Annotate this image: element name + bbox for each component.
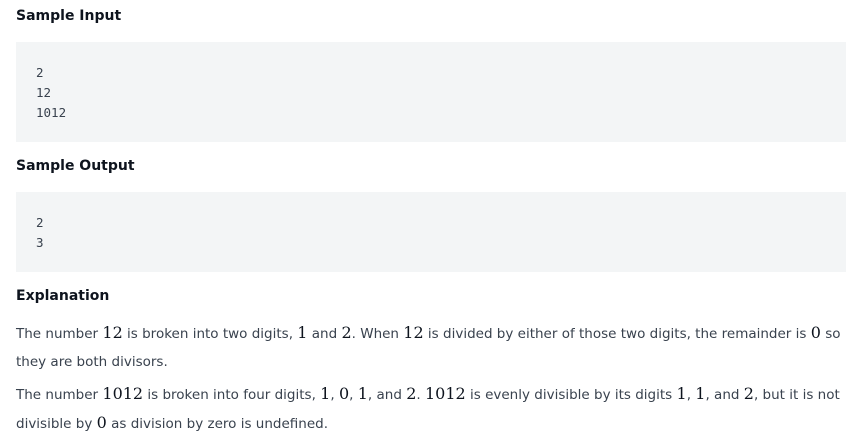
text-run: , xyxy=(686,387,696,403)
text-run: , xyxy=(330,387,339,403)
text-run: . When xyxy=(351,326,404,342)
math-number: 2 xyxy=(341,323,352,342)
math-number: 0 xyxy=(96,413,107,432)
text-run: and xyxy=(307,326,342,342)
explanation-paragraph-2: The number 1012 is broken into four digi… xyxy=(16,380,852,438)
sample-input-line: 1012 xyxy=(36,105,67,120)
math-number: 1012 xyxy=(424,384,466,403)
text-run: is broken into four digits, xyxy=(143,387,321,403)
math-number: 12 xyxy=(403,323,424,342)
math-number: 1 xyxy=(695,384,706,403)
text-run: is divided by either of those two digits… xyxy=(423,326,811,342)
text-run: is broken into two digits, xyxy=(122,326,298,342)
text-run: The number xyxy=(16,387,103,403)
math-number: 1 xyxy=(320,384,331,403)
sample-output-line: 2 xyxy=(36,215,44,230)
text-run: , and xyxy=(705,387,744,403)
math-number: 1012 xyxy=(102,384,144,403)
sample-input-codebox: 2 12 1012 xyxy=(16,42,846,142)
math-number: 1 xyxy=(357,384,368,403)
explanation-heading: Explanation xyxy=(16,288,110,304)
sample-input-line: 12 xyxy=(36,85,52,100)
text-run: , and xyxy=(367,387,407,403)
sample-input-line: 2 xyxy=(36,65,44,80)
text-run: The number xyxy=(16,326,103,342)
math-number: 2 xyxy=(743,384,754,403)
sample-output-line: 3 xyxy=(36,235,44,250)
sample-input-heading: Sample Input xyxy=(16,8,122,24)
math-number: 0 xyxy=(810,323,821,342)
text-run: is evenly divisible by its digits xyxy=(465,387,677,403)
text-run: . xyxy=(416,387,425,403)
sample-output-heading: Sample Output xyxy=(16,158,135,174)
math-number: 1 xyxy=(297,323,308,342)
math-number: 2 xyxy=(406,384,417,403)
sample-output-codebox: 2 3 xyxy=(16,192,846,272)
text-run: as division by zero is undefined. xyxy=(106,416,328,432)
text-run: , xyxy=(349,387,358,403)
math-number: 0 xyxy=(338,384,350,403)
problem-statement-section: Sample Input 2 12 1012 Sample Output 2 3… xyxy=(0,0,866,443)
math-number: 1 xyxy=(676,384,687,403)
explanation-paragraph-1: The number 12 is broken into two digits,… xyxy=(16,319,852,376)
math-number: 12 xyxy=(102,323,123,342)
